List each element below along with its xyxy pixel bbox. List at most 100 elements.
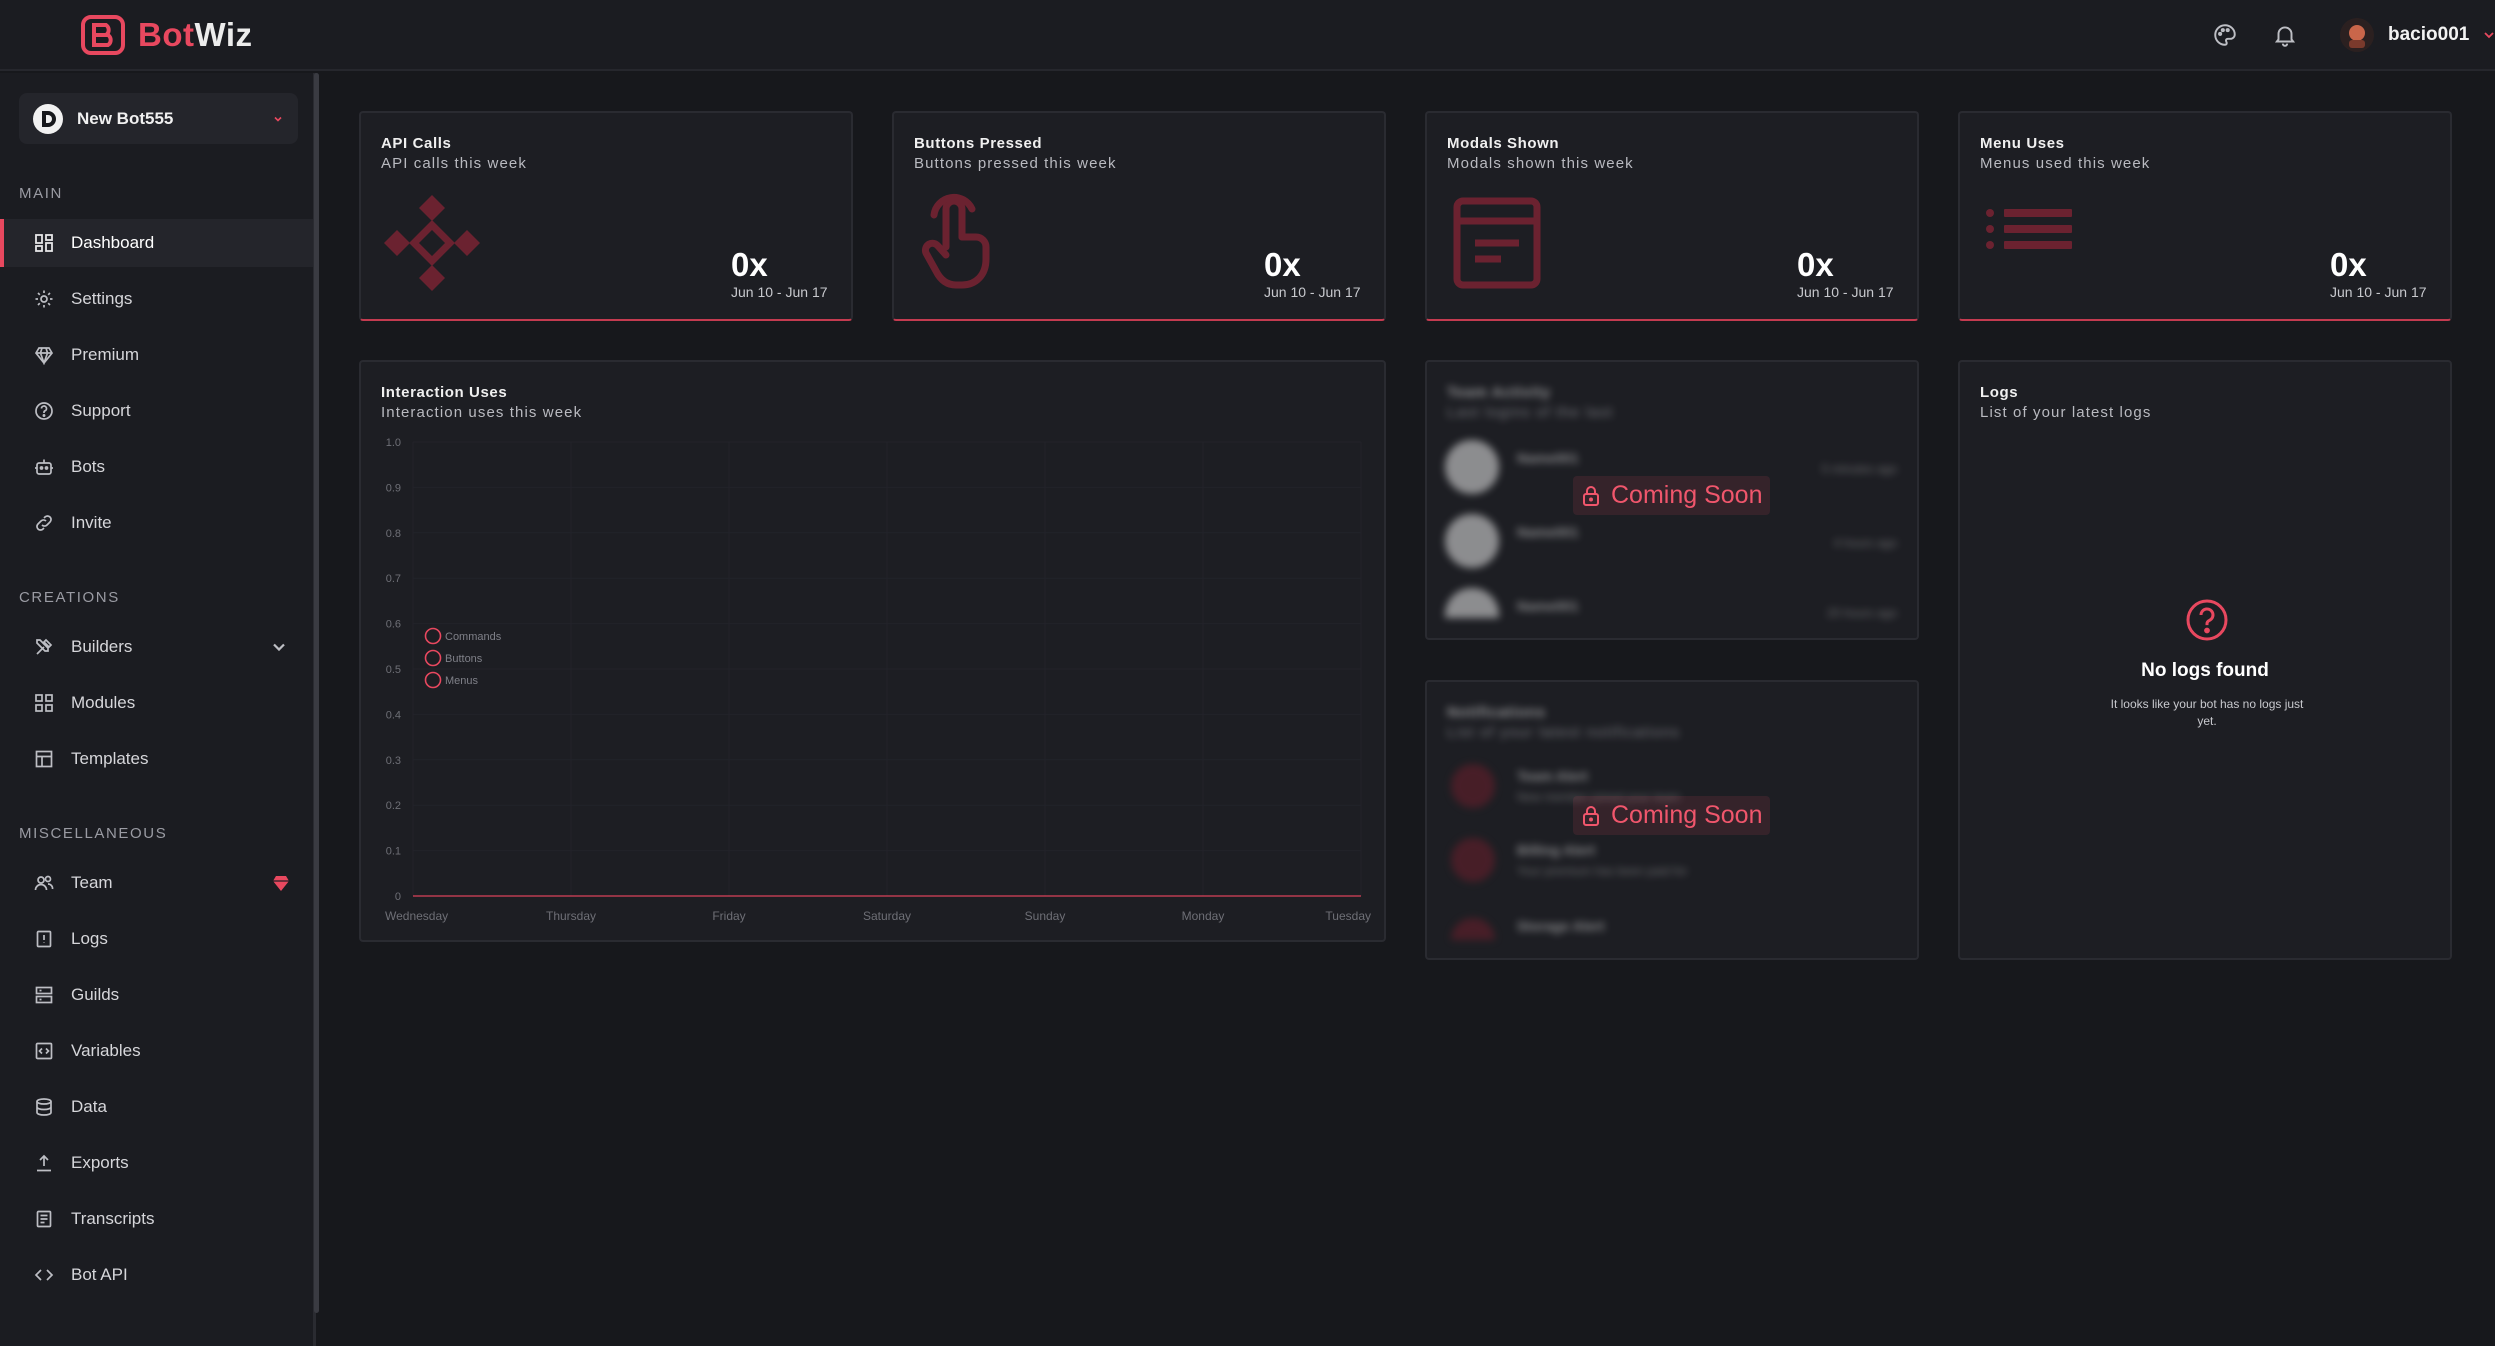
team-member-name: Name001: [1517, 450, 1579, 466]
stat-value: 0x: [1264, 246, 1301, 283]
sidebar-scrollbar[interactable]: [314, 73, 319, 1313]
sidebar-item-label: Modules: [71, 693, 136, 712]
coming-soon-badge: Coming Soon: [1573, 476, 1771, 515]
app-logo[interactable]: BotWiz: [80, 14, 253, 56]
user-menu[interactable]: bacio001: [2340, 18, 2495, 52]
y-tick-label: 0.4: [386, 709, 401, 721]
x-tick-label: Sunday: [1025, 909, 1066, 923]
stat-value: 0x: [731, 246, 768, 283]
template-icon: [35, 750, 53, 768]
card-title: Buttons Pressed: [914, 135, 1043, 152]
sidebar-item-label: Bots: [71, 457, 106, 476]
sidebar-item-exports[interactable]: Exports: [0, 1139, 313, 1187]
card-title: Team Activity: [1447, 384, 1551, 401]
coming-soon-badge: Coming Soon: [1573, 796, 1771, 835]
x-tick-label: Friday: [712, 909, 745, 923]
sidebar-item-templates[interactable]: Templates: [0, 735, 313, 783]
card-title: Modals Shown: [1447, 135, 1560, 152]
sidebar-item-label: Settings: [71, 289, 133, 308]
sidebar-item-label: Invite: [71, 513, 112, 532]
section-label-main: MAIN: [19, 185, 63, 202]
chevron-down-icon[interactable]: [269, 637, 289, 657]
bell-icon[interactable]: [2272, 22, 2298, 48]
y-tick-label: 0.2: [386, 800, 401, 812]
palette-icon[interactable]: [2212, 22, 2238, 48]
x-tick-label: Saturday: [863, 909, 911, 923]
team-member-name: Name001: [1517, 598, 1579, 614]
interaction-chart: 1.0 0.9 0.8 0.7 0.6 0.5 0.4 0.3 0.2 0.1 0 Wednesday…: [385, 437, 1371, 923]
lock-icon: [1583, 805, 1599, 826]
modules-icon: [35, 694, 53, 712]
sidebar-item-bots[interactable]: Bots: [0, 443, 313, 491]
sidebar-item-label: Transcripts: [71, 1209, 155, 1228]
team-member-time: 4 hours ago: [1833, 536, 1897, 550]
users-icon: [34, 875, 54, 891]
question-circle-icon: [2186, 599, 2228, 641]
interaction-uses-card: Interaction Uses Interaction uses this w…: [359, 360, 1386, 942]
sidebar-item-label: Dashboard: [71, 233, 155, 252]
sidebar-item-invite[interactable]: Invite: [0, 499, 313, 547]
sidebar-item-team[interactable]: Team: [0, 859, 313, 907]
y-tick-label: 0: [395, 891, 401, 903]
card-title: Logs: [1980, 384, 2019, 401]
card-title: API Calls: [381, 135, 452, 152]
gear-icon: [35, 290, 53, 308]
sidebar-item-variables[interactable]: Variables: [0, 1027, 313, 1075]
lock-icon: [1583, 485, 1599, 506]
sidebar-item-builders[interactable]: Builders: [0, 623, 313, 671]
sidebar-item-label: Support: [71, 401, 131, 420]
database-icon: [36, 1098, 52, 1116]
stat-range: Jun 10 - Jun 17: [1797, 284, 1894, 300]
top-bar: BotWiz bacio001: [0, 0, 2495, 71]
dashboard-icon: [35, 234, 53, 252]
diamond-icon: [34, 347, 54, 365]
y-tick-label: 0.3: [386, 755, 401, 767]
sidebar-item-modules[interactable]: Modules: [0, 679, 313, 727]
sidebar-item-label: Exports: [71, 1153, 129, 1172]
notification-title: Storage Alert: [1517, 918, 1605, 934]
bot-name: New Bot555: [77, 108, 174, 128]
upload-icon: [37, 1154, 51, 1172]
card-title: Notifications: [1447, 704, 1546, 721]
file-text-icon: [36, 1210, 52, 1228]
card-subtitle: API calls this week: [381, 155, 527, 172]
sidebar-item-data[interactable]: Data: [0, 1083, 313, 1131]
sidebar-item-guilds[interactable]: Guilds: [0, 971, 313, 1019]
bot-avatar: [33, 103, 63, 134]
sidebar-item-settings[interactable]: Settings: [0, 275, 313, 323]
x-tick-label: Tuesday: [1325, 909, 1371, 923]
server-icon: [35, 986, 53, 1004]
tools-icon: [36, 638, 53, 655]
sidebar-item-premium[interactable]: Premium: [0, 331, 313, 379]
stat-value: 0x: [1797, 246, 1834, 283]
legend-marker: [424, 649, 442, 667]
sidebar-item-label: Guilds: [71, 985, 120, 1004]
stat-range: Jun 10 - Jun 17: [2330, 284, 2427, 300]
clipboard-icon: [36, 930, 52, 948]
sidebar-item-support[interactable]: Support: [0, 387, 313, 435]
stat-range: Jun 10 - Jun 17: [1264, 284, 1361, 300]
avatar: [1445, 440, 1499, 494]
y-tick-label: 0.9: [386, 482, 401, 494]
logs-card: Logs List of your latest logs No logs fo…: [1958, 360, 2452, 960]
sidebar-item-label: Builders: [71, 637, 133, 656]
sidebar-item-label: Bot API: [71, 1265, 128, 1284]
stat-card-api-calls: API Calls API calls this week 0x Jun 10 …: [359, 111, 853, 321]
link-icon: [36, 515, 52, 531]
card-subtitle: Buttons pressed this week: [914, 155, 1117, 172]
y-tick-label: 0.8: [386, 528, 401, 540]
storage-icon: [1451, 918, 1495, 940]
team-member-time: 5 minutes ago: [1821, 462, 1897, 476]
sidebar-item-transcripts[interactable]: Transcripts: [0, 1195, 313, 1243]
team-member-name: Name001: [1517, 524, 1579, 540]
sidebar-item-dashboard[interactable]: Dashboard: [0, 219, 313, 267]
user-avatar: [2340, 18, 2374, 52]
sidebar-item-bot-api[interactable]: Bot API: [0, 1251, 313, 1299]
code-icon: [34, 1269, 54, 1281]
chart-title: Interaction Uses: [381, 384, 508, 401]
botwiz-logo-icon: [81, 15, 125, 55]
bot-selector[interactable]: New Bot555: [19, 93, 298, 144]
sidebar-item-logs[interactable]: Logs: [0, 915, 313, 963]
username: bacio001: [2388, 24, 2470, 45]
avatar: [1445, 588, 1499, 618]
